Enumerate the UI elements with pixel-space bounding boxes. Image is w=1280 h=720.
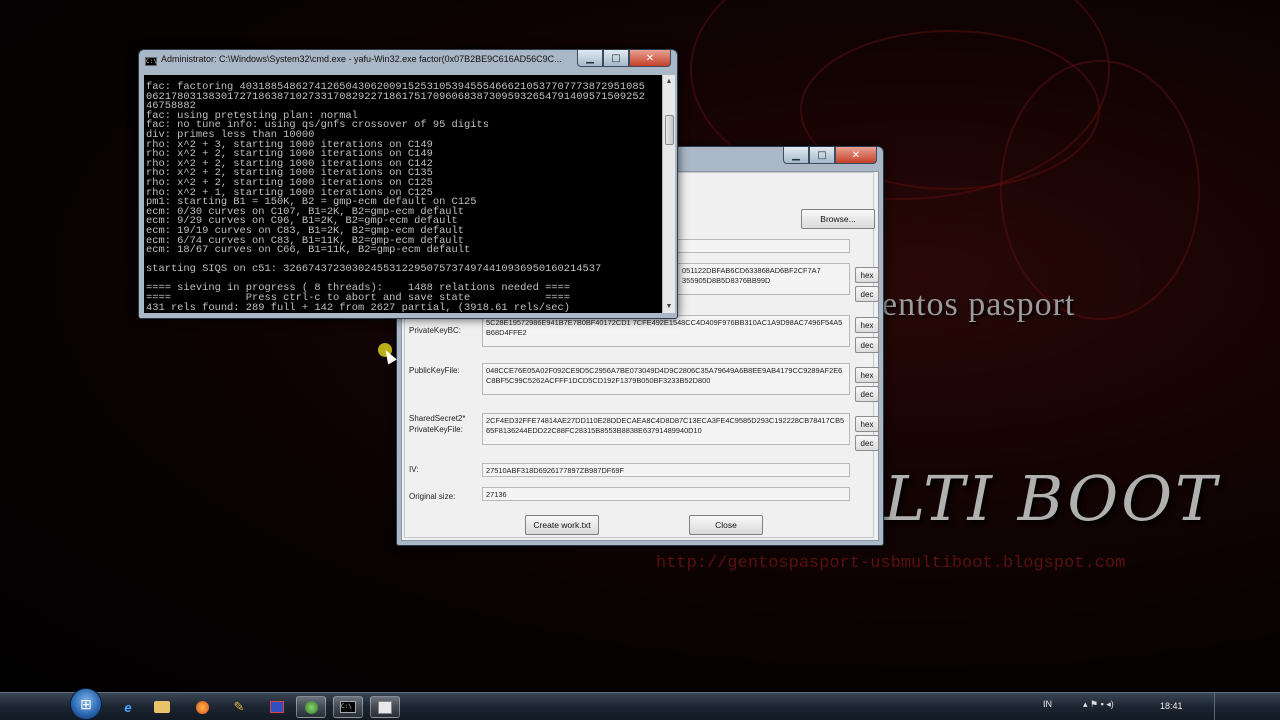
tray-icons[interactable]: ▴ ⚑ ▪ ◂): [1083, 699, 1114, 710]
clock[interactable]: 18:41: [1160, 701, 1183, 711]
cmd-window-controls: ▁ □ ✕: [577, 50, 671, 68]
close-window-button[interactable]: ✕: [629, 50, 671, 67]
public-key-file-label: PublicKeyFile:: [409, 366, 460, 375]
console-output[interactable]: fac: factoring 4031885486274126504306200…: [144, 75, 662, 313]
globe-app-icon[interactable]: [296, 696, 326, 718]
private-key-bc-field[interactable]: 5C28E19572986E941B7E7B0BF40172CD1 7CFE49…: [482, 315, 850, 347]
scroll-up-icon[interactable]: ▲: [663, 75, 675, 88]
console-scrollbar[interactable]: ▲ ▼: [662, 75, 675, 313]
scroll-thumb[interactable]: [665, 115, 674, 145]
scroll-down-icon[interactable]: ▼: [663, 300, 675, 313]
hex-button-2[interactable]: hex: [855, 317, 879, 333]
firefox-icon[interactable]: [187, 696, 217, 718]
show-desktop-divider: [1214, 693, 1215, 720]
shared-secret-label: SharedSecret2* PrivateKeyFile:: [409, 414, 466, 434]
internet-explorer-icon[interactable]: e: [113, 696, 143, 718]
maximize-button[interactable]: □: [603, 50, 629, 67]
browse-button[interactable]: Browse...: [801, 209, 875, 229]
explorer-folder-icon[interactable]: [147, 696, 177, 718]
original-size-label: Original size:: [409, 492, 456, 501]
iv-label: IV:: [409, 465, 419, 474]
wallpaper-url-text: http://gentospasport-usbmultiboot.blogsp…: [656, 554, 1126, 573]
dec-button-3[interactable]: dec: [855, 386, 879, 402]
taskbar: ⊞ e ✎ C:\ IN ▴ ⚑ ▪ ◂) 18:41: [0, 688, 1280, 720]
wallpaper-logo-text: LTI BOOT: [884, 462, 1220, 535]
console-line: 0621780313830172718638710273317082922718…: [146, 90, 645, 103]
start-button[interactable]: ⊞: [70, 688, 102, 720]
close-button[interactable]: Close: [689, 515, 763, 535]
cmd-title-bar[interactable]: C:\ Administrator: C:\Windows\System32\cm…: [145, 54, 595, 66]
hex-button-4[interactable]: hex: [855, 416, 879, 432]
app-icon[interactable]: [262, 696, 292, 718]
shared-secret-field[interactable]: 2CF4ED32FFE74814AE27DD110E28DDECAEA8C4D8…: [482, 413, 850, 445]
private-key-bc-label: PrivateKeyBC:: [409, 326, 462, 335]
minimize-button[interactable]: ▁: [783, 147, 809, 164]
console-line: 431 rels found: 289 full + 142 from 2627…: [146, 301, 571, 313]
language-indicator[interactable]: IN: [1043, 699, 1052, 709]
tools-icon[interactable]: ✎: [224, 696, 254, 718]
close-window-button[interactable]: ✕: [835, 147, 877, 164]
minimize-button[interactable]: ▁: [577, 50, 603, 67]
maximize-button[interactable]: □: [809, 147, 835, 164]
dec-button-2[interactable]: dec: [855, 337, 879, 353]
create-work-button[interactable]: Create work.txt: [525, 515, 599, 535]
public-key-file-field[interactable]: 048CCE76E05A02F092CE9D5C2956A7BE073049D4…: [482, 363, 850, 395]
console-icon: C:\: [145, 57, 157, 66]
console-text: fac: factoring 4031885486274126504306200…: [146, 82, 645, 313]
original-size-field[interactable]: 27136: [482, 487, 850, 501]
dec-button-4[interactable]: dec: [855, 435, 879, 451]
console-line: ecm: 18/67 curves on C66, B1=11K, B2=gmp…: [146, 244, 471, 257]
console-line: starting SIQS on c51: 326674372303024553…: [146, 263, 602, 276]
wallpaper-brand-text: entos pasport: [882, 286, 1076, 323]
iv-field[interactable]: 27510ABF318D6926177897ZB987DF69F: [482, 463, 850, 477]
dec-button-1[interactable]: dec: [855, 286, 879, 302]
wallpaper-swirl: [1000, 60, 1200, 320]
hex-button-3[interactable]: hex: [855, 367, 879, 383]
cmd-title-text: Administrator: C:\Windows\System32\cmd.e…: [161, 54, 562, 64]
cmd-taskbar-icon[interactable]: C:\: [333, 696, 363, 718]
cmd-window: C:\ Administrator: C:\Windows\System32\cm…: [138, 49, 678, 319]
hex-button-1[interactable]: hex: [855, 267, 879, 283]
dialog-taskbar-icon[interactable]: [370, 696, 400, 718]
dialog-window-controls: ▁ □ ✕: [783, 147, 877, 165]
